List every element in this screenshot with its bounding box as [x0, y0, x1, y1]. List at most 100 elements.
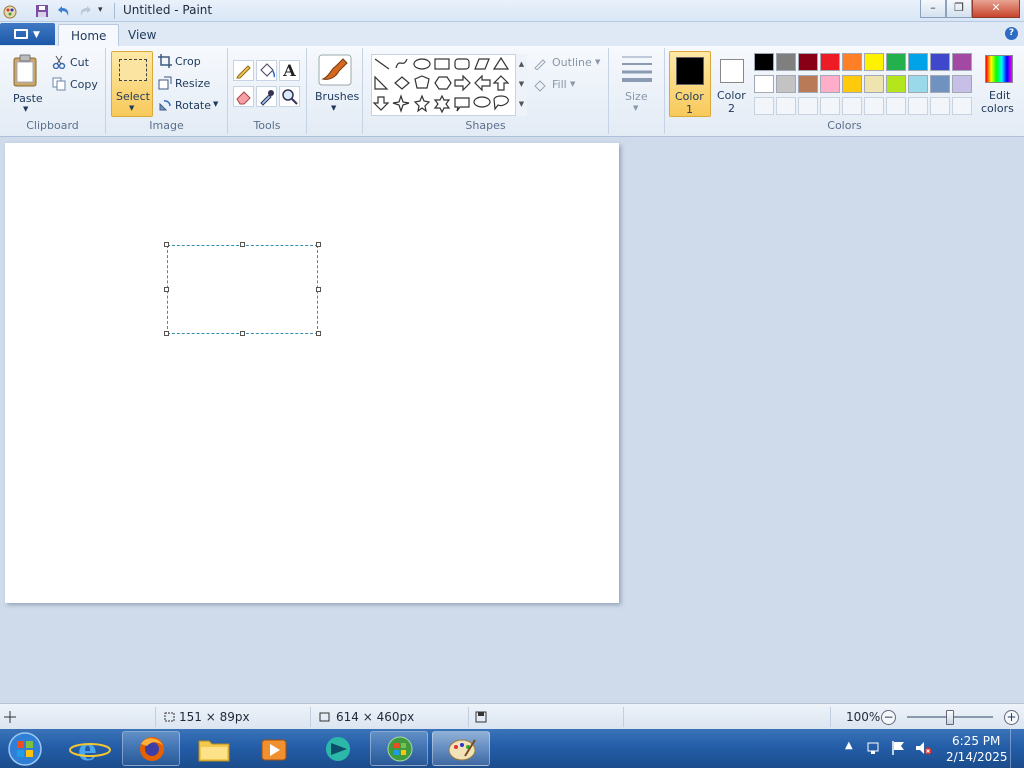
- fill-tool[interactable]: [256, 60, 277, 81]
- messenger-taskbar-button[interactable]: [308, 731, 366, 766]
- selection-handle[interactable]: [164, 242, 169, 247]
- palette-swatch[interactable]: [820, 53, 840, 71]
- paint-app-icon[interactable]: [2, 3, 18, 19]
- color1-label: Color: [675, 90, 704, 103]
- palette-swatch[interactable]: [754, 53, 774, 71]
- minimize-button[interactable]: –: [920, 0, 946, 18]
- selection-rectangle[interactable]: [167, 245, 318, 334]
- zoom-in-button[interactable]: +: [1004, 710, 1019, 725]
- tab-home[interactable]: Home: [58, 24, 120, 46]
- edit-colors-button[interactable]: Edit colors: [977, 51, 1021, 117]
- palette-swatch[interactable]: [908, 53, 928, 71]
- image-group: Select ▼ Crop Resize Rotate ▼ Image: [106, 48, 228, 134]
- palette-swatch[interactable]: [952, 53, 972, 71]
- palette-swatch[interactable]: [864, 53, 884, 71]
- scroll-up-icon[interactable]: ▲: [516, 54, 527, 74]
- selection-handle[interactable]: [316, 287, 321, 292]
- color-picker-tool[interactable]: [256, 86, 277, 107]
- clock-date[interactable]: 2/14/2025: [946, 750, 1008, 764]
- show-hidden-icons-button[interactable]: ▲: [845, 740, 853, 751]
- palette-swatch[interactable]: [842, 75, 862, 93]
- clock-time[interactable]: 6:25 PM: [952, 734, 1000, 748]
- copy-button[interactable]: Copy: [52, 76, 102, 94]
- action-center-icon[interactable]: [866, 741, 882, 757]
- palette-swatch[interactable]: [908, 75, 928, 93]
- custom-color-slot[interactable]: [754, 97, 774, 115]
- palette-swatch[interactable]: [930, 53, 950, 71]
- media-player-taskbar-button[interactable]: [245, 731, 303, 766]
- selection-handle[interactable]: [316, 331, 321, 336]
- shapes-gallery[interactable]: [371, 54, 527, 116]
- palette-swatch[interactable]: [776, 75, 796, 93]
- canvas-size: 614 × 460px: [336, 710, 415, 724]
- maximize-button[interactable]: ❐: [946, 0, 972, 18]
- pencil-tool[interactable]: [233, 60, 254, 81]
- palette-swatch[interactable]: [798, 53, 818, 71]
- palette-swatch[interactable]: [754, 75, 774, 93]
- resize-label: Resize: [175, 77, 211, 90]
- outline-button[interactable]: Outline ▼: [533, 55, 605, 73]
- volume-muted-icon[interactable]: [914, 740, 932, 756]
- palette-swatch[interactable]: [842, 53, 862, 71]
- windows-media-center-taskbar-button[interactable]: [370, 731, 428, 766]
- show-desktop-button[interactable]: [1010, 729, 1024, 768]
- palette-swatch[interactable]: [886, 53, 906, 71]
- zoom-slider-thumb[interactable]: [946, 710, 954, 725]
- customize-quick-access-icon[interactable]: ▾: [98, 5, 114, 21]
- close-button[interactable]: ✕: [972, 0, 1020, 18]
- shapes-scroll[interactable]: ▲ ▼ ▼: [515, 54, 527, 116]
- palette-swatch[interactable]: [930, 75, 950, 93]
- palette-swatch[interactable]: [798, 75, 818, 93]
- palette-swatch[interactable]: [820, 75, 840, 93]
- selection-handle[interactable]: [164, 287, 169, 292]
- size-button[interactable]: Size ▼: [609, 48, 665, 134]
- color2-button[interactable]: Color 2: [714, 51, 750, 117]
- custom-color-slot[interactable]: [776, 97, 796, 115]
- firefox-taskbar-button[interactable]: [122, 731, 180, 766]
- palette-swatch[interactable]: [886, 75, 906, 93]
- magnifier-tool[interactable]: [279, 86, 300, 107]
- help-icon[interactable]: ?: [1005, 27, 1018, 40]
- internet-explorer-icon[interactable]: e: [66, 732, 114, 768]
- crop-button[interactable]: Crop: [158, 53, 224, 71]
- custom-color-slot[interactable]: [952, 97, 972, 115]
- clipboard-group: Paste ▼ Cut Copy Clipboard: [0, 48, 106, 134]
- expand-gallery-icon[interactable]: ▼: [516, 94, 527, 114]
- fill-button[interactable]: Fill ▼: [533, 77, 605, 95]
- zoom-out-button[interactable]: −: [881, 710, 896, 725]
- custom-color-slot[interactable]: [820, 97, 840, 115]
- selection-handle[interactable]: [164, 331, 169, 336]
- start-button[interactable]: [4, 731, 46, 767]
- resize-button[interactable]: Resize: [158, 75, 224, 93]
- selection-handle[interactable]: [240, 331, 245, 336]
- paint-menu-button[interactable]: ▼: [0, 23, 55, 45]
- palette-swatch[interactable]: [776, 53, 796, 71]
- paint-taskbar-button[interactable]: [432, 731, 490, 766]
- tab-view[interactable]: View: [116, 24, 168, 46]
- drawing-canvas[interactable]: [5, 143, 619, 603]
- selection-handle[interactable]: [316, 242, 321, 247]
- flag-icon[interactable]: [890, 740, 906, 756]
- paste-button[interactable]: Paste ▼: [6, 52, 46, 114]
- text-tool[interactable]: A: [279, 60, 300, 81]
- brushes-group[interactable]: Brushes ▼: [307, 48, 363, 134]
- undo-icon[interactable]: [55, 3, 71, 19]
- file-explorer-taskbar-button[interactable]: [184, 731, 242, 766]
- save-icon[interactable]: [34, 3, 50, 19]
- custom-color-slot[interactable]: [886, 97, 906, 115]
- palette-swatch[interactable]: [952, 75, 972, 93]
- custom-color-slot[interactable]: [930, 97, 950, 115]
- custom-color-slot[interactable]: [864, 97, 884, 115]
- color1-button[interactable]: Color 1: [669, 51, 711, 117]
- select-button[interactable]: Select ▼: [111, 51, 153, 117]
- eraser-tool[interactable]: [233, 86, 254, 107]
- scroll-down-icon[interactable]: ▼: [516, 74, 527, 94]
- custom-color-slot[interactable]: [842, 97, 862, 115]
- redo-icon[interactable]: [78, 3, 94, 19]
- rotate-button[interactable]: Rotate ▼: [158, 97, 224, 115]
- custom-color-slot[interactable]: [908, 97, 928, 115]
- palette-swatch[interactable]: [864, 75, 884, 93]
- cut-button[interactable]: Cut: [52, 54, 102, 72]
- selection-handle[interactable]: [240, 242, 245, 247]
- custom-color-slot[interactable]: [798, 97, 818, 115]
